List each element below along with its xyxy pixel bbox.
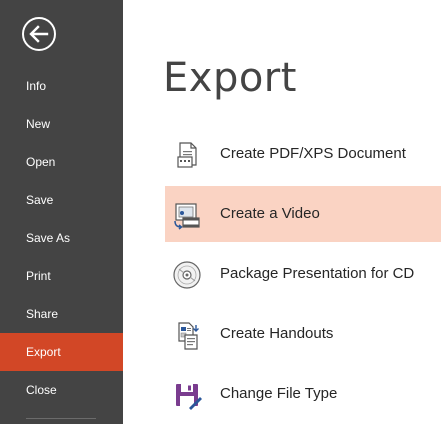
- sidebar-item-print[interactable]: Print: [0, 257, 123, 295]
- page-title: Export: [163, 55, 297, 101]
- export-option-handouts[interactable]: Create Handouts: [165, 306, 441, 362]
- back-button[interactable]: [21, 16, 57, 52]
- sidebar-item-new[interactable]: New: [0, 105, 123, 143]
- export-option-video[interactable]: Create a Video: [165, 186, 441, 242]
- sidebar-item-info[interactable]: Info: [0, 67, 123, 105]
- export-option-label: Create a Video: [220, 205, 320, 222]
- sidebar-item-export[interactable]: Export: [0, 333, 123, 371]
- pdf-document-icon: [177, 142, 197, 168]
- export-option-package-cd[interactable]: Package Presentation for CD: [165, 246, 441, 302]
- sidebar-item-save[interactable]: Save: [0, 181, 123, 219]
- export-option-label: Create Handouts: [220, 325, 334, 342]
- sidebar-item-share[interactable]: Share: [0, 295, 123, 333]
- export-option-change-file-type[interactable]: Change File Type: [165, 366, 441, 422]
- backstage-sidebar: Info New Open Save Save As Print Share E…: [0, 0, 123, 424]
- save-file-type-icon: [176, 384, 202, 410]
- export-option-label: Change File Type: [220, 385, 338, 402]
- sidebar-divider: [26, 418, 96, 419]
- export-option-label: Package Presentation for CD: [220, 265, 415, 282]
- cd-icon: [173, 261, 201, 289]
- sidebar-item-close[interactable]: Close: [0, 371, 123, 409]
- export-option-pdf-xps[interactable]: Create PDF/XPS Document: [165, 126, 441, 182]
- sidebar-item-save-as[interactable]: Save As: [0, 219, 123, 257]
- handouts-icon: [178, 322, 199, 350]
- export-option-label: Create PDF/XPS Document: [220, 145, 406, 162]
- sidebar-item-open[interactable]: Open: [0, 143, 123, 181]
- video-icon: [174, 203, 200, 230]
- back-arrow-icon: [22, 17, 56, 51]
